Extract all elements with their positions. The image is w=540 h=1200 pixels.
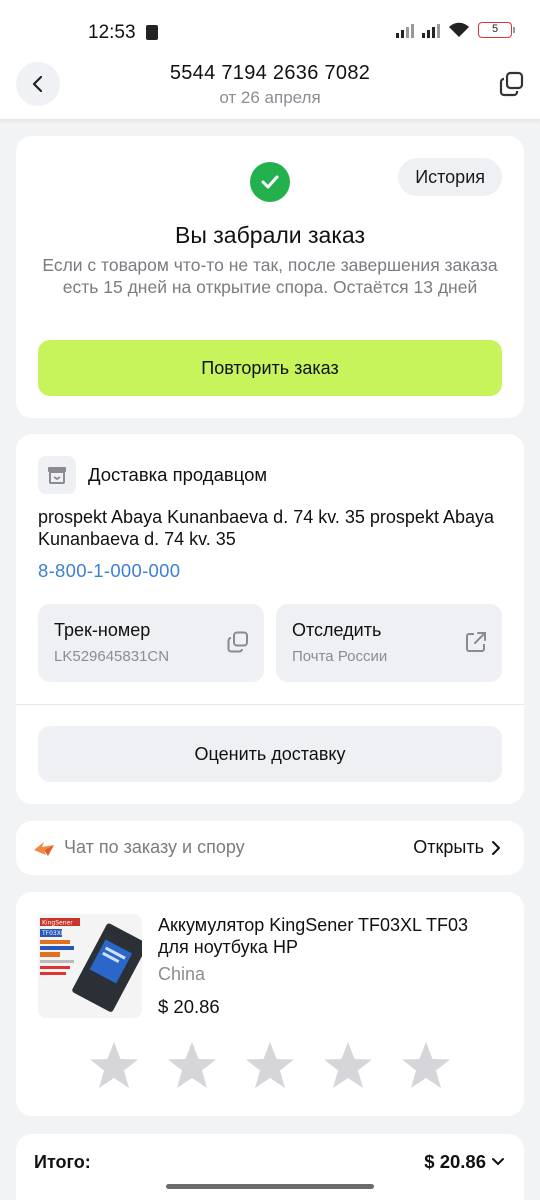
product-origin: China (158, 964, 206, 984)
delivery-card: Доставка продавцом prospekt Abaya Kunanb… (16, 434, 524, 804)
product-image[interactable]: KingSener TF03XL (38, 914, 142, 1018)
status-bar: 12:53 5 (0, 0, 540, 64)
repeat-order-button[interactable]: Повторить заказ (38, 340, 502, 396)
chevron-down-icon (492, 1158, 504, 1166)
divider (16, 704, 524, 705)
product-name[interactable]: Аккумулятор KingSener TF03XL TF03 для но… (158, 914, 503, 958)
order-date: от 26 апреля (219, 88, 321, 107)
chat-open-button[interactable]: Открыть (413, 837, 502, 858)
track-follow-title: Отследить (292, 620, 382, 640)
copy-icon[interactable] (226, 630, 250, 654)
copy-icon[interactable] (498, 70, 526, 98)
product-price: $ 20.86 (158, 996, 220, 1017)
status-description: Если с товаром что-то не так, после заве… (42, 255, 498, 297)
rating-stars[interactable] (88, 1040, 452, 1092)
chat-label: Чат по заказу и спору (64, 837, 245, 857)
delivery-title: Доставка продавцом (88, 464, 268, 485)
product-card: KingSener TF03XL Аккумулятор KingSener T… (16, 892, 524, 1116)
history-button[interactable]: История (398, 158, 502, 196)
delivery-address: prospekt Abaya Kunanbaeva d. 74 kv. 35 p… (38, 507, 494, 549)
order-header: 5544 7194 2636 7082 от 26 апреля (0, 56, 540, 120)
delivery-phone-link[interactable]: 8-800-1-000-000 (38, 560, 180, 582)
status-time: 12:53 (88, 22, 136, 43)
star-icon[interactable] (166, 1040, 218, 1092)
star-icon[interactable] (244, 1040, 296, 1092)
status-title: Вы забрали заказ (175, 222, 365, 248)
chat-bird-icon (34, 842, 54, 856)
chevron-right-icon (492, 840, 500, 855)
order-number: 5544 7194 2636 7082 (169, 62, 371, 84)
package-icon (38, 456, 76, 494)
signal-icon (422, 22, 440, 38)
signal-icon (396, 22, 414, 38)
track-follow-tile[interactable]: Отследить Почта России (276, 604, 502, 682)
sim-icon (146, 25, 158, 40)
check-icon (250, 162, 290, 202)
star-icon[interactable] (88, 1040, 140, 1092)
rate-delivery-button[interactable]: Оценить доставку (38, 726, 502, 782)
track-number-tile[interactable]: Трек-номер LK529645831CN (38, 604, 264, 682)
chat-open-label: Открыть (413, 837, 484, 857)
external-link-icon (466, 632, 486, 652)
total-label: Итого: (34, 1152, 91, 1172)
battery-icon: 5 (478, 22, 515, 38)
track-number-title: Трек-номер (54, 620, 151, 640)
chat-card[interactable]: Чат по заказу и спору Открыть (16, 821, 524, 875)
total-amount: $ 20.86 (424, 1151, 486, 1172)
total-value[interactable]: $ 20.86 (424, 1151, 506, 1173)
status-icons: 5 (396, 22, 515, 38)
product-image-model: TF03XL (41, 930, 65, 937)
star-icon[interactable] (400, 1040, 452, 1092)
star-icon[interactable] (322, 1040, 374, 1092)
home-indicator (166, 1184, 374, 1189)
order-status-card: История Вы забрали заказ Если с товаром … (16, 136, 524, 418)
wifi-icon (449, 22, 469, 37)
track-number-value: LK529645831CN (54, 648, 170, 665)
track-follow-carrier: Почта России (292, 648, 388, 665)
total-card[interactable]: Итого: $ 20.86 (16, 1134, 524, 1200)
product-image-brand: KingSener (42, 920, 73, 927)
